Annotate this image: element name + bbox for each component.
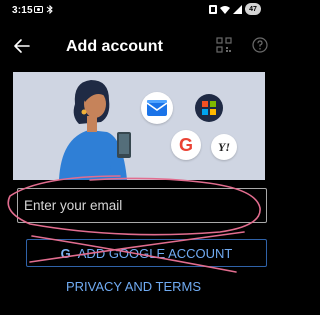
hero-illustration: G Y! — [13, 72, 265, 180]
privacy-and-terms-link[interactable]: PRIVACY AND TERMS — [0, 279, 267, 294]
help-icon[interactable] — [252, 37, 268, 53]
status-left-icons — [34, 4, 54, 15]
battery-icon: 47 — [245, 3, 261, 15]
microsoft-icon — [195, 94, 223, 122]
back-arrow-icon[interactable] — [12, 36, 32, 56]
email-input[interactable] — [18, 189, 266, 222]
add-google-account-label: ADD GOOGLE ACCOUNT — [77, 245, 233, 261]
status-right-icons: 47 — [209, 3, 261, 15]
yahoo-icon: Y! — [211, 134, 237, 160]
status-bar: 3:15 47 — [0, 0, 267, 22]
email-field[interactable] — [17, 188, 267, 223]
outlook-mail-icon — [141, 92, 173, 124]
add-google-account-button[interactable]: G ADD GOOGLE ACCOUNT — [26, 239, 267, 267]
signal-icon — [233, 4, 242, 14]
wifi-icon — [220, 5, 230, 14]
woman-illustration — [59, 80, 131, 180]
google-g-icon: G — [60, 245, 71, 261]
google-icon: G — [171, 130, 201, 160]
page-title: Add account — [66, 38, 163, 55]
status-time: 3:15 — [12, 5, 33, 16]
camera-icon — [34, 6, 43, 14]
nfc-icon — [209, 4, 217, 14]
app-bar: Add account — [0, 30, 268, 64]
bluetooth-icon — [46, 4, 53, 15]
qr-code-icon[interactable] — [216, 37, 232, 53]
